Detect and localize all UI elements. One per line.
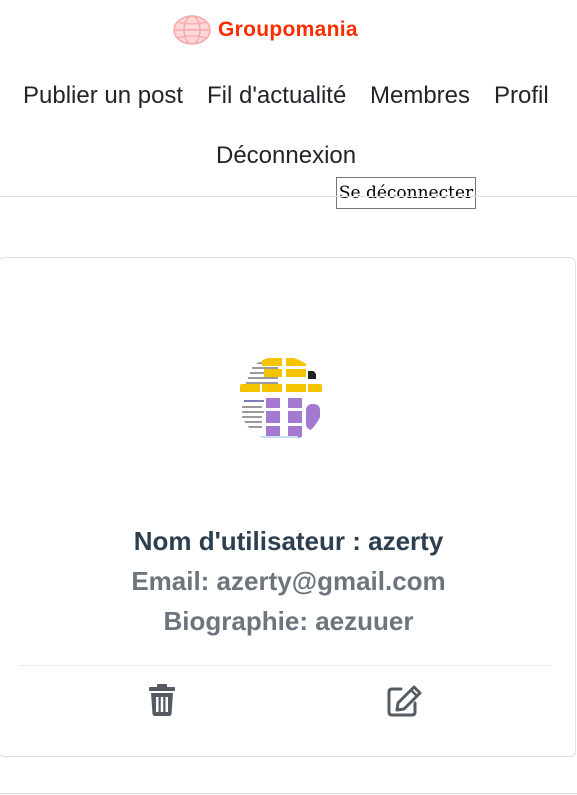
profile-avatar-image: [238, 356, 324, 442]
nav-membres[interactable]: Membres: [370, 82, 470, 110]
profile-username: Nom d'utilisateur : azerty: [133, 526, 444, 556]
card-divider: [18, 665, 552, 666]
trash-icon: [149, 684, 175, 716]
profile-avatar: [238, 356, 324, 442]
profile-email: Email: azerty@gmail.com: [131, 566, 446, 596]
nav-profil[interactable]: Profil: [494, 82, 549, 110]
logout-tooltip: Se déconnecter: [336, 177, 476, 209]
delete-profile-button[interactable]: [149, 684, 175, 716]
footer-divider: [0, 793, 577, 794]
profile-biography: Biographie: aezuuer: [163, 606, 414, 636]
brand-logo[interactable]: Groupomania: [172, 13, 358, 47]
profile-card: [0, 257, 576, 757]
globe-icon: [173, 15, 211, 45]
nav-deconnexion[interactable]: Déconnexion: [216, 142, 356, 170]
brand-name: Groupomania: [218, 18, 358, 41]
header-divider: [0, 196, 577, 197]
nav-publier-un-post[interactable]: Publier un post: [23, 82, 183, 110]
edit-profile-button[interactable]: [387, 685, 423, 717]
edit-icon: [387, 685, 422, 717]
nav-fil-actualite[interactable]: Fil d'actualité: [207, 82, 346, 110]
